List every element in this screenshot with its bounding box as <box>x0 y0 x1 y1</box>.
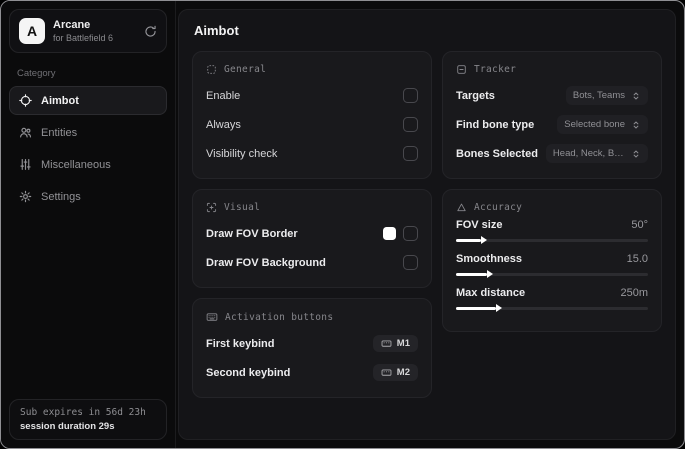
setting-row-second-keybind: Second keybind M2 <box>206 358 418 387</box>
chevrons-up-down-icon <box>631 149 641 159</box>
activation-card-title: Activation buttons <box>206 311 418 323</box>
setting-row-fov-size: FOV size 50° <box>456 219 648 244</box>
sidebar-item-label: Entities <box>41 126 78 139</box>
chevrons-up-down-icon <box>631 91 641 101</box>
gear-icon <box>19 190 32 203</box>
focus-icon <box>206 202 217 213</box>
setting-row-max-distance: Max distance 250m <box>456 287 648 312</box>
app-name: Arcane <box>53 19 91 31</box>
bones-selected-select[interactable]: Head, Neck, Body, Pe.. <box>545 144 648 163</box>
sliders-icon <box>19 158 32 171</box>
entities-icon <box>19 126 32 139</box>
visual-card: Visual Draw FOV Border Draw FOV Backgrou… <box>192 189 432 288</box>
smoothness-slider[interactable] <box>456 269 648 278</box>
app-header-card: A Arcane for Battlefield 6 <box>9 9 167 53</box>
refresh-icon[interactable] <box>144 25 157 38</box>
sidebar-item-aimbot[interactable]: Aimbot <box>9 86 167 115</box>
draw-fov-border-checkbox[interactable] <box>403 226 418 241</box>
frame-minus-icon <box>456 64 467 75</box>
fov-border-color-swatch[interactable] <box>383 227 396 240</box>
crosshair-icon <box>19 94 32 107</box>
setting-row-targets: Targets Bots, Teams <box>456 81 648 110</box>
find-bone-type-select[interactable]: Selected bone <box>557 115 648 134</box>
tracker-card: Tracker Targets Bots, Teams Find bone ty… <box>442 51 662 179</box>
setting-row-visibility-check: Visibility check <box>206 139 418 168</box>
fov-size-value: 50° <box>631 219 648 231</box>
slider-fill <box>456 303 503 312</box>
visual-card-title: Visual <box>206 202 418 213</box>
smoothness-value: 15.0 <box>626 253 648 265</box>
sidebar-item-settings[interactable]: Settings <box>9 182 167 211</box>
first-keybind-button[interactable]: M1 <box>372 335 418 352</box>
activation-buttons-card: Activation buttons First keybind M1 Seco… <box>192 298 432 398</box>
targets-select[interactable]: Bots, Teams <box>565 86 648 105</box>
tracker-card-title: Tracker <box>456 64 648 75</box>
setting-row-draw-fov-border: Draw FOV Border <box>206 219 418 248</box>
second-keybind-button[interactable]: M2 <box>372 364 418 381</box>
app-subtitle: for Battlefield 6 <box>53 32 114 43</box>
setting-row-always: Always <box>206 110 418 139</box>
sidebar-item-label: Miscellaneous <box>41 158 111 171</box>
slider-fill <box>456 235 487 244</box>
mouse-keyboard-icon <box>381 367 392 378</box>
sidebar-item-label: Settings <box>41 190 81 203</box>
keyboard-icon <box>206 311 218 323</box>
setting-row-first-keybind: First keybind M1 <box>206 329 418 358</box>
setting-row-find-bone-type: Find bone type Selected bone <box>456 110 648 139</box>
general-card: General Enable Always Visibility check <box>192 51 432 179</box>
setting-row-bones-selected: Bones Selected Head, Neck, Body, Pe.. <box>456 139 648 168</box>
setting-row-draw-fov-background: Draw FOV Background <box>206 248 418 277</box>
accuracy-card-title: Accuracy <box>456 202 648 213</box>
max-distance-value: 250m <box>620 287 648 299</box>
main-panel: Aimbot General Enable Always Visibility … <box>178 9 676 440</box>
subscription-info-card: Sub expires in 56d 23h session duration … <box>9 399 167 440</box>
session-duration-text: session duration 29s <box>20 421 115 432</box>
max-distance-slider[interactable] <box>456 303 648 312</box>
chevrons-up-down-icon <box>631 120 641 130</box>
fov-size-slider[interactable] <box>456 235 648 244</box>
sidebar: A Arcane for Battlefield 6 Category Aimb… <box>1 1 176 448</box>
triangle-icon <box>456 202 467 213</box>
page-title: Aimbot <box>194 23 239 38</box>
setting-row-enable: Enable <box>206 81 418 110</box>
sub-expires-text: Sub expires in 56d 23h <box>20 407 146 418</box>
app-meta: Arcane for Battlefield 6 <box>53 19 113 43</box>
arcane-window: A Arcane for Battlefield 6 Category Aimb… <box>0 0 685 449</box>
slider-fill <box>456 269 493 278</box>
always-checkbox[interactable] <box>403 117 418 132</box>
app-logo: A <box>19 18 45 44</box>
setting-row-smoothness: Smoothness 15.0 <box>456 253 648 278</box>
sidebar-item-entities[interactable]: Entities <box>9 118 167 147</box>
accuracy-card: Accuracy FOV size 50° Smoothness 15.0 Ma… <box>442 189 662 332</box>
sidebar-item-miscellaneous[interactable]: Miscellaneous <box>9 150 167 179</box>
mouse-keyboard-icon <box>381 338 392 349</box>
draw-fov-background-checkbox[interactable] <box>403 255 418 270</box>
visibility-check-checkbox[interactable] <box>403 146 418 161</box>
sidebar-item-label: Aimbot <box>41 94 79 107</box>
category-label: Category <box>17 68 56 79</box>
general-card-title: General <box>206 64 418 75</box>
enable-checkbox[interactable] <box>403 88 418 103</box>
grid-icon <box>206 64 217 75</box>
